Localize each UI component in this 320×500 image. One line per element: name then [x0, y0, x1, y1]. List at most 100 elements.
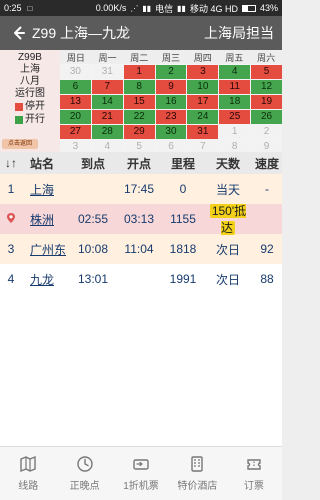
- row-no: 1: [7, 182, 15, 196]
- header-depart: 开点: [126, 156, 151, 171]
- hotel-icon: [191, 456, 204, 472]
- nav-item-flight[interactable]: 1折机票: [113, 447, 169, 500]
- calendar-day: 28: [91, 125, 123, 139]
- signal-icon-1: ▮▮: [142, 3, 152, 13]
- station-link[interactable]: 上海: [30, 183, 54, 197]
- status-time: 0:25: [4, 3, 22, 13]
- legend-color-stop: [15, 103, 23, 111]
- calendar-day: 9: [155, 80, 187, 94]
- calendar-day: 3: [187, 65, 219, 79]
- speed: -: [265, 182, 269, 196]
- calendar-day: 25: [219, 110, 251, 124]
- calendar-day: 16: [155, 95, 187, 109]
- network-speed: 0.00K/s: [95, 3, 127, 13]
- calendar-day: 13: [60, 95, 91, 109]
- weekday-3: 周三: [161, 52, 180, 63]
- row-no: 4: [7, 272, 15, 286]
- chart-label: 运行图: [15, 88, 45, 99]
- month: 八月: [20, 76, 40, 87]
- battery-icon: [241, 4, 256, 12]
- weekday-1: 周一: [98, 52, 117, 63]
- depart-time: 17:45: [123, 182, 155, 196]
- station-link[interactable]: 九龙: [30, 273, 54, 287]
- nav-item-booking[interactable]: 订票: [226, 447, 282, 500]
- day-offset: 当天: [215, 182, 240, 197]
- mileage: 1155: [170, 212, 196, 226]
- table-row[interactable]: 1 上海 17:45 0 当天 -: [0, 174, 282, 204]
- back-to-list-button[interactable]: 点击返回: [2, 139, 38, 149]
- table-row[interactable]: 3 广州东 10:08 11:04 1818 次日 92: [0, 234, 282, 264]
- legend-stop: 停开: [0, 101, 60, 113]
- calendar-day: 14: [91, 95, 123, 109]
- depart-time: 11:04: [124, 242, 154, 256]
- calendar-day: 15: [123, 95, 155, 109]
- plane-ticket-icon: [133, 459, 149, 470]
- origin: 上海: [20, 64, 40, 75]
- status-bar: 0:25 □ 0.00K/s ⋰ ▮▮ 电信 ▮▮ 移动 4G HD 43%: [0, 0, 282, 16]
- legend-label-stop: 停开: [25, 101, 45, 112]
- weekday-4: 周四: [193, 52, 212, 63]
- calendar-day: 29: [123, 125, 155, 139]
- table-row[interactable]: 株洲 02:55 03:13 1155 150'抵达: [0, 202, 282, 236]
- nav-item-route[interactable]: 线路: [0, 447, 56, 500]
- table-row[interactable]: 4 九龙 13:01 1991 次日 88: [0, 264, 282, 294]
- calendar-day: 20: [60, 110, 91, 124]
- app-bar: Z99 上海—九龙 上海局担当: [0, 16, 282, 50]
- calendar-day: 23: [155, 110, 187, 124]
- arrival-badge-text: 150'抵达: [209, 204, 247, 235]
- arrive-time: 13:01: [77, 272, 109, 286]
- calendar-day: 30: [60, 65, 91, 79]
- responsible-bureau: 上海局担当: [204, 25, 274, 41]
- back-button[interactable]: [8, 23, 28, 43]
- app-title: Z99 上海—九龙: [32, 25, 131, 41]
- calendar-day: 7: [91, 80, 123, 94]
- station-link[interactable]: 广州东: [30, 243, 66, 257]
- battery-percent: 43%: [259, 3, 278, 13]
- header-arrive: 到点: [80, 156, 105, 171]
- header-station: 站名: [30, 156, 55, 171]
- calendar-day: 19: [251, 95, 282, 109]
- nav-label-route: 线路: [18, 481, 39, 492]
- calendar-day: 18: [219, 95, 251, 109]
- wifi-icon: ⋰: [130, 3, 139, 13]
- nav-item-hotel[interactable]: 特价酒店: [169, 447, 225, 500]
- day-offset: 次日: [215, 272, 240, 287]
- nav-item-delay[interactable]: 正晚点: [56, 447, 112, 500]
- weekday-0: 周日: [66, 52, 85, 63]
- nav-label-flight: 1折机票: [123, 481, 159, 492]
- calendar-day: 24: [187, 110, 219, 124]
- speed: 88: [260, 272, 274, 286]
- calendar-days: 30 31 1 2 3 4 5 6 7 8 9 10 11 12 13 14 15 16 17 18 19 20 21 22 2…: [60, 64, 282, 154]
- day-offset: 次日: [215, 242, 240, 257]
- notification-icon: □: [27, 3, 33, 13]
- station-link[interactable]: 株洲: [30, 213, 54, 227]
- calendar-day: 1: [123, 65, 155, 79]
- row-no: [0, 212, 22, 227]
- header-mileage: 里程: [170, 156, 195, 171]
- status-left: 0:25 □: [4, 3, 32, 13]
- carrier-2: 移动 4G HD: [189, 3, 238, 14]
- calendar-day: 5: [251, 65, 282, 79]
- nav-label-delay: 正晚点: [69, 481, 100, 492]
- calendar-day: 1: [219, 125, 251, 139]
- calendar-day: 11: [219, 80, 251, 94]
- legend-color-run: [15, 116, 23, 124]
- calendar-day: 2: [251, 125, 282, 139]
- calendar-day: 4: [219, 65, 251, 79]
- calendar-day: 30: [155, 125, 187, 139]
- nav-label-booking: 订票: [243, 481, 264, 492]
- arrival-badge: 150'抵达: [204, 202, 252, 236]
- calendar-day: 31: [91, 65, 123, 79]
- calendar-panel: Z99B 上海 八月 运行图 停开 开行 点击返回 周日 周一 周二 周三 周四 周五 周六…: [0, 50, 282, 154]
- back-arrow-icon: [14, 26, 25, 40]
- arrive-time: 02:55: [77, 212, 109, 226]
- calendar-day: 26: [251, 110, 282, 124]
- calendar-day: 22: [123, 110, 155, 124]
- speed: 92: [260, 242, 274, 256]
- calendar-day: 10: [187, 80, 219, 94]
- sort-icon[interactable]: ↓↑: [0, 156, 22, 170]
- signal-icon-2: ▮▮: [177, 3, 186, 13]
- route-map-icon: [20, 455, 36, 473]
- nav-label-hotel: 特价酒店: [177, 481, 218, 492]
- weekday-2: 周二: [130, 52, 149, 63]
